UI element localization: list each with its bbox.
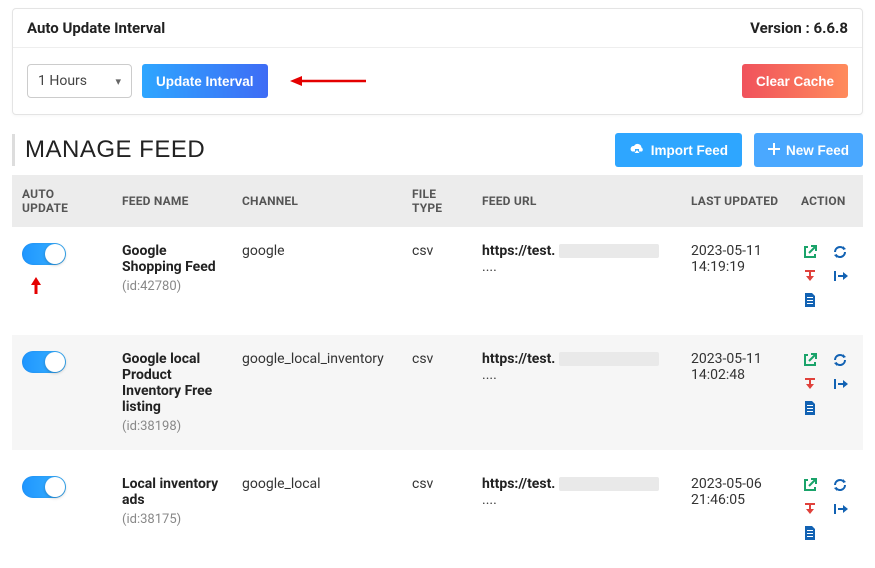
section-title: MANAGE FEED bbox=[12, 134, 205, 166]
col-action: ACTION bbox=[791, 175, 863, 227]
new-feed-button[interactable]: New Feed bbox=[754, 133, 863, 167]
feeds-table: AUTO UPDATE FEED NAME CHANNEL FILE TYPE … bbox=[12, 175, 863, 568]
feed-name: Google Shopping Feed bbox=[122, 243, 222, 275]
auto-update-toggle[interactable] bbox=[22, 351, 66, 373]
plus-icon bbox=[768, 143, 780, 158]
download-icon[interactable] bbox=[801, 267, 819, 285]
feed-url-redacted bbox=[559, 477, 659, 491]
download-icon[interactable] bbox=[801, 500, 819, 518]
col-channel: CHANNEL bbox=[232, 175, 402, 227]
feed-name: Local inventory ads bbox=[122, 476, 222, 508]
feed-name: Google local Product Inventory Free list… bbox=[122, 351, 222, 415]
clear-cache-button[interactable]: Clear Cache bbox=[742, 64, 848, 98]
feed-url-cell: https://test..... bbox=[472, 227, 681, 330]
interval-select[interactable]: 1 Hours ▾ bbox=[27, 64, 132, 98]
version-label: Version : 6.6.8 bbox=[750, 19, 848, 37]
feed-url-suffix: .... bbox=[482, 492, 497, 508]
red-up-arrow-annotation bbox=[30, 277, 102, 299]
update-interval-button[interactable]: Update Interval bbox=[142, 64, 268, 98]
chevron-down-icon: ▾ bbox=[115, 75, 121, 88]
feed-url-cell: https://test..... bbox=[472, 455, 681, 563]
interval-value: 1 Hours bbox=[38, 73, 87, 89]
open-external-icon[interactable] bbox=[801, 243, 819, 261]
export-icon[interactable] bbox=[831, 375, 849, 393]
feed-url-suffix: .... bbox=[482, 367, 497, 383]
feed-url-redacted bbox=[559, 352, 659, 366]
card-header: Auto Update Interval Version : 6.6.8 bbox=[13, 9, 862, 48]
last-updated-cell: 2023-05-06 21:46:05 bbox=[681, 455, 791, 563]
file-type-value: csv bbox=[402, 227, 472, 330]
auto-update-toggle[interactable] bbox=[22, 243, 66, 265]
table-row: Google local Product Inventory Free list… bbox=[12, 330, 863, 455]
download-icon[interactable] bbox=[801, 375, 819, 393]
last-updated-cell: 2023-05-11 14:02:48 bbox=[681, 330, 791, 455]
import-feed-button[interactable]: Import Feed bbox=[615, 133, 742, 167]
table-row: Local inventory ads (id:38175) google_lo… bbox=[12, 455, 863, 563]
feed-url-suffix: .... bbox=[482, 259, 497, 275]
open-external-icon[interactable] bbox=[801, 476, 819, 494]
table-row: Google Shopping Feed (id:42780) google c… bbox=[12, 227, 863, 330]
col-auto-update: AUTO UPDATE bbox=[12, 175, 112, 227]
document-icon[interactable] bbox=[801, 399, 819, 417]
feed-id: (id:38198) bbox=[122, 419, 222, 434]
refresh-icon[interactable] bbox=[831, 476, 849, 494]
file-type-value: csv bbox=[402, 330, 472, 455]
feed-id: (id:42780) bbox=[122, 279, 222, 294]
action-icons bbox=[801, 351, 853, 417]
feed-url-prefix: https://test. bbox=[482, 243, 555, 259]
card-body: 1 Hours ▾ Update Interval Clear Cache bbox=[13, 48, 862, 114]
feed-id: (id:38175) bbox=[122, 512, 222, 527]
red-arrow-annotation bbox=[288, 73, 368, 89]
cloud-download-icon bbox=[629, 142, 645, 159]
col-last-updated: LAST UPDATED bbox=[681, 175, 791, 227]
document-icon[interactable] bbox=[801, 291, 819, 309]
action-icons bbox=[801, 243, 853, 309]
document-icon[interactable] bbox=[801, 524, 819, 542]
col-feed-url: FEED URL bbox=[472, 175, 681, 227]
table-header-row: AUTO UPDATE FEED NAME CHANNEL FILE TYPE … bbox=[12, 175, 863, 227]
export-icon[interactable] bbox=[831, 267, 849, 285]
export-icon[interactable] bbox=[831, 500, 849, 518]
auto-update-card: Auto Update Interval Version : 6.6.8 1 H… bbox=[12, 8, 863, 115]
refresh-icon[interactable] bbox=[831, 243, 849, 261]
feed-url-prefix: https://test. bbox=[482, 351, 555, 367]
channel-value: google bbox=[232, 227, 402, 330]
feed-url-redacted bbox=[559, 244, 659, 258]
feed-url-cell: https://test..... bbox=[472, 330, 681, 455]
feed-url-prefix: https://test. bbox=[482, 476, 555, 492]
open-external-icon[interactable] bbox=[801, 351, 819, 369]
channel-value: google_local_inventory bbox=[232, 330, 402, 455]
refresh-icon[interactable] bbox=[831, 351, 849, 369]
card-title: Auto Update Interval bbox=[27, 19, 165, 37]
last-updated-cell: 2023-05-11 14:19:19 bbox=[681, 227, 791, 330]
col-file-type: FILE TYPE bbox=[402, 175, 472, 227]
col-feed-name: FEED NAME bbox=[112, 175, 232, 227]
action-icons bbox=[801, 476, 853, 542]
auto-update-toggle[interactable] bbox=[22, 476, 66, 498]
file-type-value: csv bbox=[402, 455, 472, 563]
channel-value: google_local bbox=[232, 455, 402, 563]
section-header: MANAGE FEED Import Feed New Feed bbox=[0, 133, 875, 167]
